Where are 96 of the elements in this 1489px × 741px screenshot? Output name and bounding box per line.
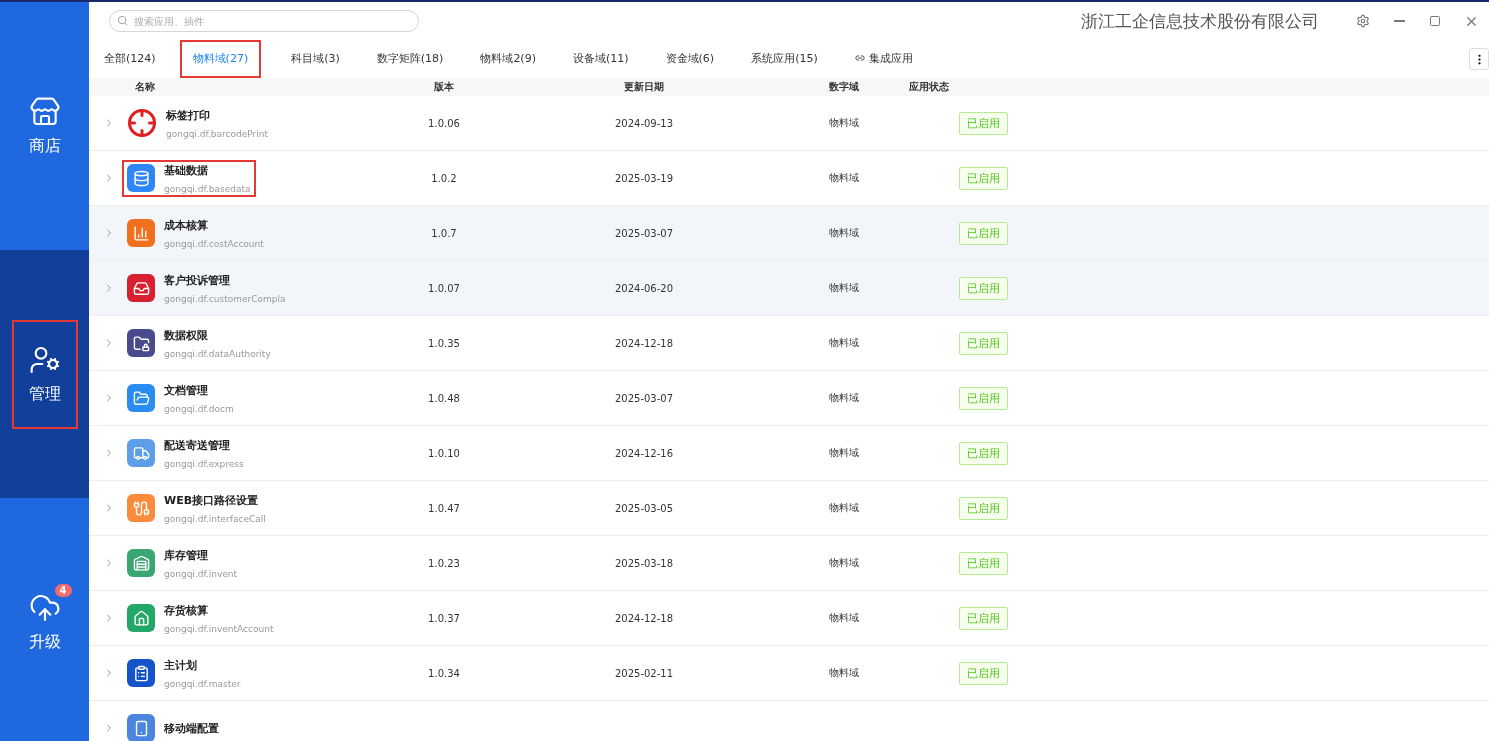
version-cell: 1.0.06 xyxy=(428,117,460,129)
status-tag: 已启用 xyxy=(959,166,1008,190)
date-cell: 2024-12-16 xyxy=(614,447,674,459)
version-cell: 1.0.10 xyxy=(428,447,460,459)
date-cell: 2025-03-07 xyxy=(614,227,674,239)
date-cell: 2025-03-18 xyxy=(614,557,674,569)
tab[interactable]: 数字矩阵(18) xyxy=(369,40,451,78)
date-cell: 2025-03-05 xyxy=(614,502,674,514)
app-id: gongqi.df.barcodePrint xyxy=(166,128,268,139)
app-name: 存货核算 xyxy=(164,602,209,618)
version-cell: 1.0.37 xyxy=(428,612,460,624)
status-tag: 已启用 xyxy=(959,221,1008,245)
app-id: gongqi.df.dataAuthority xyxy=(164,348,271,359)
tab[interactable]: 资金域(6) xyxy=(658,40,722,78)
app-name: 移动端配置 xyxy=(164,720,219,736)
domain-cell: 物料域 xyxy=(829,611,859,625)
tab[interactable]: 集成应用 xyxy=(847,40,920,78)
table-row[interactable]: 成本核算 gongqi.df.costAccount 1.0.7 2025-03-07 物料域 已启用 xyxy=(89,206,1489,261)
window-title: 浙江工企信息技术股份有限公司 xyxy=(1081,9,1319,33)
domain-cell: 物料域 xyxy=(829,281,859,295)
version-cell: 1.0.7 xyxy=(431,227,457,239)
version-cell: 1.0.48 xyxy=(428,392,460,404)
app-id: gongqi.df.costAccount xyxy=(164,238,264,249)
column-header: 数字域 xyxy=(829,80,859,94)
status-tag: 已启用 xyxy=(959,661,1008,685)
domain-cell: 物料域 xyxy=(829,226,859,240)
app-name: 库存管理 xyxy=(164,547,209,563)
app-name: 主计划 xyxy=(164,657,198,673)
notification-badge: 4 xyxy=(54,583,72,597)
tab[interactable]: 全部(124) xyxy=(97,40,163,78)
version-cell: 1.0.35 xyxy=(428,337,460,349)
app-id: gongqi.df.master xyxy=(164,678,241,689)
maximize-icon xyxy=(1429,15,1441,27)
app-id: gongqi.df.inventAccount xyxy=(164,623,274,634)
domain-cell: 物料域 xyxy=(829,501,859,515)
table-row[interactable]: 客户投诉管理 gongqi.df.customerCompla 1.0.07 2024-06-20 物料域 已启用 xyxy=(89,261,1489,316)
sidebar-item[interactable]: 管理 xyxy=(0,250,89,498)
app-id: gongqi.df.invent xyxy=(164,568,238,579)
status-tag: 已启用 xyxy=(959,386,1008,410)
version-cell: 1.0.23 xyxy=(428,557,460,569)
search-icon xyxy=(117,15,128,26)
domain-cell: 物料域 xyxy=(829,446,859,460)
sidebar-item[interactable]: 商店 xyxy=(0,2,89,250)
domain-cell: 物料域 xyxy=(829,391,859,405)
status-tag: 已启用 xyxy=(959,551,1008,575)
tab[interactable]: 科目域(3) xyxy=(284,40,347,78)
column-header: 更新日期 xyxy=(624,80,664,94)
more-button[interactable] xyxy=(1469,48,1489,70)
domain-cell: 物料域 xyxy=(829,116,859,130)
status-tag: 已启用 xyxy=(959,441,1008,465)
date-cell: 2025-03-19 xyxy=(614,172,674,184)
tab[interactable]: 物料域2(9) xyxy=(473,40,543,78)
date-cell: 2025-02-11 xyxy=(614,667,674,679)
domain-cell: 物料域 xyxy=(829,556,859,570)
column-header: 版本 xyxy=(434,80,454,94)
tab[interactable]: 物料域(27) xyxy=(179,40,262,78)
app-name: 标签打印 xyxy=(166,107,211,123)
status-tag: 已启用 xyxy=(959,276,1008,300)
app-id: gongqi.df.express xyxy=(164,458,244,469)
sidebar-item[interactable]: 升级 4 xyxy=(0,498,89,741)
version-cell: 1.0.47 xyxy=(428,502,460,514)
app-name: 客户投诉管理 xyxy=(164,272,231,288)
app-id: gongqi.df.customerCompla xyxy=(164,293,286,304)
status-tag: 已启用 xyxy=(959,496,1008,520)
date-cell: 2025-03-07 xyxy=(614,392,674,404)
app-name: 基础数据 xyxy=(164,162,209,178)
date-cell: 2024-12-18 xyxy=(614,612,674,624)
domain-cell: 物料域 xyxy=(829,336,859,350)
column-header: 名称 xyxy=(135,80,155,94)
minimize-icon xyxy=(1393,20,1405,22)
status-tag: 已启用 xyxy=(959,111,1008,135)
app-name: 文档管理 xyxy=(164,382,209,398)
app-name: 成本核算 xyxy=(164,217,209,233)
tab[interactable]: 系统应用(15) xyxy=(744,40,825,78)
app-name: WEB接口路径设置 xyxy=(164,492,260,508)
tab[interactable]: 设备域(11) xyxy=(565,40,636,78)
sidebar-icon xyxy=(28,95,61,128)
version-cell: 1.0.34 xyxy=(428,667,460,679)
search-field[interactable]: 搜索应用、插件 xyxy=(109,10,419,32)
settings-icon xyxy=(1356,14,1370,28)
domain-cell: 物料域 xyxy=(829,666,859,680)
date-cell: 2024-12-18 xyxy=(614,337,674,349)
app-id: gongqi.df.interfaceCall xyxy=(164,513,266,524)
link-icon xyxy=(854,53,865,63)
version-cell: 1.0.07 xyxy=(428,282,460,294)
version-cell: 1.0.2 xyxy=(431,172,457,184)
app-id: gongqi.df.docm xyxy=(164,403,234,414)
app-name: 数据权限 xyxy=(164,327,209,343)
app-id: gongqi.df.basedata xyxy=(164,183,251,194)
status-tag: 已启用 xyxy=(959,606,1008,630)
date-cell: 2024-06-20 xyxy=(614,282,674,294)
domain-cell: 物料域 xyxy=(829,171,859,185)
column-header: 应用状态 xyxy=(909,80,949,94)
status-tag: 已启用 xyxy=(959,331,1008,355)
app-name: 配送寄送管理 xyxy=(164,437,231,453)
date-cell: 2024-09-13 xyxy=(614,117,674,129)
